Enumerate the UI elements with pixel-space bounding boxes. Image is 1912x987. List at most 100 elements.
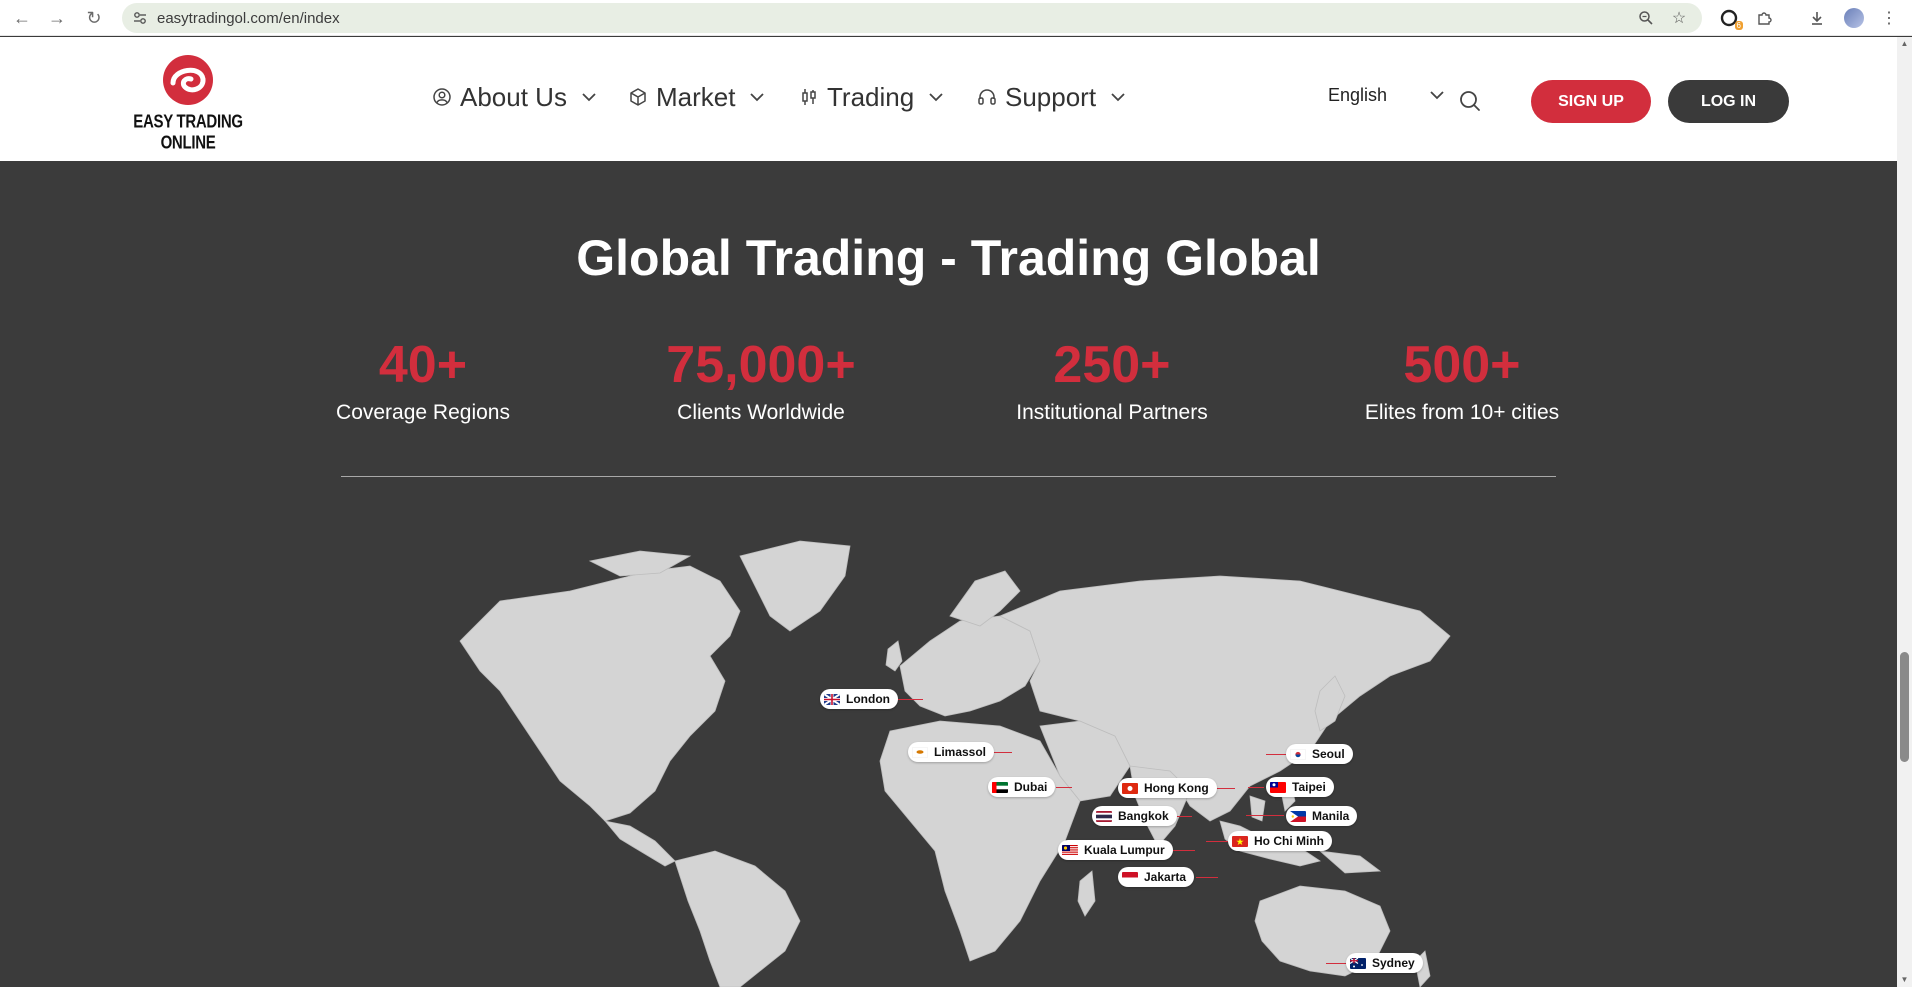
city-bangkok[interactable]: Bangkok	[1092, 806, 1177, 826]
city-taipei[interactable]: Taipei	[1266, 777, 1334, 797]
chevron-down-icon	[1110, 89, 1126, 105]
leader-line	[1171, 850, 1195, 851]
city-hong-kong[interactable]: Hong Kong	[1118, 778, 1217, 798]
city-name: Dubai	[1014, 780, 1048, 794]
stat-institutional-partners: 250+ Institutional Partners	[962, 337, 1262, 425]
section-divider	[341, 476, 1556, 477]
nav-market[interactable]: Market	[628, 82, 765, 112]
thailand-flag-icon	[1096, 810, 1112, 822]
leader-line	[1196, 877, 1218, 878]
city-name: Sydney	[1372, 956, 1415, 970]
page-scrollbar[interactable]: ▲ ▼	[1897, 37, 1912, 987]
extension-badge: 6	[1734, 21, 1743, 30]
puzzle-extensions-icon[interactable]	[1752, 6, 1776, 30]
search-icon[interactable]	[1458, 89, 1482, 113]
leader-line	[1206, 841, 1228, 842]
reload-icon[interactable]: ↻	[82, 6, 106, 30]
leader-line	[1248, 787, 1264, 788]
city-london[interactable]: London	[820, 689, 898, 709]
leader-line	[1215, 788, 1235, 789]
indonesia-flag-icon	[1122, 871, 1138, 883]
chevron-down-icon	[581, 89, 597, 105]
site-header: EASY TRADING ONLINE About Us Market Trad…	[0, 37, 1897, 161]
site-logo[interactable]: EASY TRADING ONLINE	[108, 53, 268, 154]
hong-kong-flag-icon	[1122, 782, 1138, 794]
nav-support-label: Support	[1005, 81, 1097, 112]
australia-flag-icon	[1350, 957, 1366, 969]
city-name: Ho Chi Minh	[1254, 834, 1324, 848]
south-korea-flag-icon	[1290, 748, 1306, 760]
stat-label: Coverage Regions	[336, 401, 510, 424]
extension-icon[interactable]: 6	[1717, 6, 1743, 30]
user-circle-icon	[432, 87, 452, 107]
city-sydney[interactable]: Sydney	[1346, 953, 1423, 973]
taiwan-flag-icon	[1270, 781, 1286, 793]
zoom-icon[interactable]	[1636, 8, 1656, 28]
malaysia-flag-icon	[1062, 844, 1078, 856]
global-trading-section: Global Trading - Trading Global 40+ Cove…	[0, 161, 1897, 987]
nav-trading-label: Trading	[827, 81, 915, 112]
site-info-icon[interactable]	[132, 10, 148, 26]
address-bar[interactable]: easytradingol.com/en/index ☆	[122, 3, 1702, 33]
uae-flag-icon	[992, 781, 1008, 793]
chevron-down-icon	[1429, 87, 1445, 105]
leader-line	[1326, 963, 1348, 964]
city-name: London	[846, 692, 890, 706]
language-select[interactable]: English	[1328, 85, 1445, 106]
leader-line	[1056, 787, 1072, 788]
candlestick-icon	[799, 87, 819, 107]
city-name: Bangkok	[1118, 809, 1169, 823]
leader-line	[1246, 815, 1284, 816]
stat-label: Elites from 10+ cities	[1364, 401, 1560, 424]
city-limassol[interactable]: Limassol	[908, 742, 995, 762]
chevron-down-icon	[749, 89, 765, 105]
stat-coverage-regions: 40+ Coverage Regions	[273, 337, 573, 425]
city-seoul[interactable]: Seoul	[1286, 744, 1353, 764]
city-name: Taipei	[1292, 780, 1326, 794]
kebab-menu-icon[interactable]: ⋮	[1877, 6, 1901, 30]
city-manila[interactable]: Manila	[1286, 806, 1358, 826]
scroll-up-icon[interactable]: ▲	[1900, 39, 1909, 48]
vietnam-flag-icon	[1232, 835, 1248, 847]
logo-text: EASY TRADING ONLINE	[133, 111, 243, 154]
language-label: English	[1328, 85, 1388, 105]
sign-up-button[interactable]: SIGN UP	[1531, 80, 1651, 123]
stat-elites: 500+ Elites from 10+ cities	[1312, 337, 1612, 425]
cube-icon	[628, 87, 648, 107]
chevron-down-icon	[928, 89, 944, 105]
logo-swirl-icon	[163, 55, 213, 105]
city-jakarta[interactable]: Jakarta	[1118, 867, 1195, 887]
stat-clients-worldwide: 75,000+ Clients Worldwide	[611, 337, 911, 425]
download-icon[interactable]	[1805, 6, 1829, 30]
leader-line	[1176, 816, 1192, 817]
city-name: Kuala Lumpur	[1084, 843, 1165, 857]
city-name: Limassol	[934, 745, 987, 759]
stat-label: Institutional Partners	[1016, 401, 1208, 424]
stat-value: 40+	[378, 336, 468, 394]
scrollbar-thumb[interactable]	[1900, 652, 1909, 762]
nav-market-label: Market	[656, 81, 736, 112]
nav-support[interactable]: Support	[977, 82, 1126, 112]
nav-about-us[interactable]: About Us	[432, 82, 597, 112]
leader-line	[895, 699, 923, 700]
philippines-flag-icon	[1290, 810, 1306, 822]
log-in-button[interactable]: LOG IN	[1668, 80, 1789, 123]
city-dubai[interactable]: Dubai	[988, 777, 1056, 797]
leader-line	[1266, 754, 1286, 755]
nav-trading[interactable]: Trading	[799, 82, 944, 112]
profile-avatar[interactable]	[1842, 6, 1866, 30]
cyprus-flag-icon	[912, 746, 928, 758]
uk-flag-icon	[824, 693, 840, 705]
city-ho-chi-minh[interactable]: Ho Chi Minh	[1228, 831, 1332, 851]
bookmark-star-icon[interactable]: ☆	[1669, 8, 1689, 28]
back-icon[interactable]: ←	[10, 6, 34, 30]
forward-icon[interactable]: →	[45, 6, 69, 30]
stat-value: 500+	[1403, 336, 1521, 394]
nav-about-us-label: About Us	[460, 81, 567, 112]
headset-icon	[977, 87, 997, 107]
city-kuala-lumpur[interactable]: Kuala Lumpur	[1058, 840, 1173, 860]
city-name: Jakarta	[1144, 870, 1187, 884]
stat-label: Clients Worldwide	[677, 401, 845, 424]
url-text[interactable]: easytradingol.com/en/index	[157, 10, 340, 27]
scroll-down-icon[interactable]: ▼	[1900, 975, 1909, 984]
